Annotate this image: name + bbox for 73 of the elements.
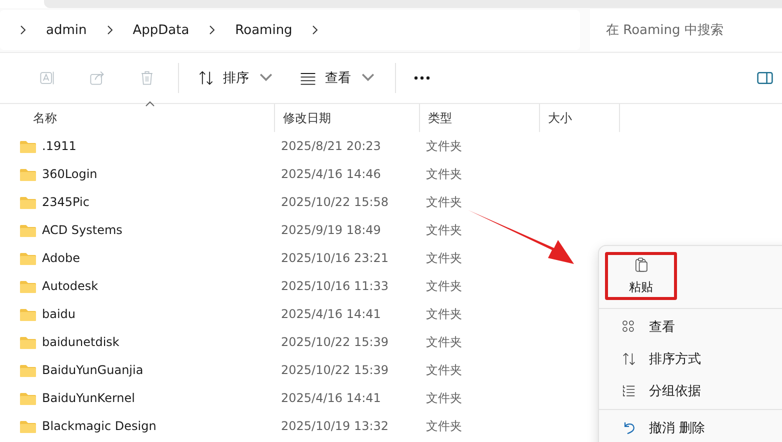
file-type: 文件夹 — [425, 166, 463, 182]
menu-item[interactable]: 分组依据 — [599, 375, 782, 407]
modified-date: 2025/4/16 14:41 — [280, 391, 382, 405]
column-header[interactable]: 大小 — [540, 104, 620, 132]
file-type: 文件夹 — [425, 278, 463, 294]
file-type: 文件夹 — [425, 194, 463, 210]
paste-button[interactable]: 粘贴 — [605, 252, 677, 300]
folder-icon — [20, 308, 36, 320]
file-name[interactable]: baidu — [42, 307, 76, 321]
chevron-icon — [310, 25, 320, 35]
file-name[interactable]: BaiduYunKernel — [42, 391, 136, 405]
grid-icon — [621, 319, 637, 335]
file-name[interactable]: Adobe — [42, 251, 80, 265]
file-type: 文件夹 — [425, 250, 463, 266]
modified-date: 2025/8/21 20:23 — [280, 139, 382, 153]
modified-date: 2025/9/19 18:49 — [280, 223, 382, 237]
folder-icon — [20, 140, 36, 152]
folder-icon — [20, 364, 36, 376]
view-button[interactable]: 查看 — [287, 60, 389, 96]
file-type: 文件夹 — [425, 222, 463, 238]
menu-item[interactable]: 排序方式 — [599, 343, 782, 375]
file-name[interactable]: 360Login — [42, 167, 98, 181]
modified-date: 2025/10/22 15:39 — [280, 335, 390, 349]
breadcrumb-item[interactable]: admin — [46, 22, 87, 38]
search-field[interactable]: 在 Roaming 中搜索 — [590, 9, 782, 51]
file-name[interactable]: 2345Pic — [42, 195, 90, 209]
share-icon — [88, 69, 106, 87]
chevron-icon — [104, 25, 115, 35]
file-type: 文件夹 — [425, 390, 463, 406]
modified-date: 2025/10/19 13:32 — [280, 419, 390, 433]
rename-icon — [38, 69, 56, 87]
modified-date: 2025/4/16 14:41 — [280, 307, 382, 321]
file-type: 文件夹 — [425, 138, 463, 154]
file-type: 文件夹 — [425, 362, 463, 378]
modified-date: 2025/4/16 14:46 — [280, 167, 382, 181]
column-header[interactable]: 类型 — [420, 104, 540, 132]
modified-date: 2025/10/22 15:39 — [280, 363, 390, 377]
chevron-icon — [18, 25, 28, 35]
file-type: 文件夹 — [425, 418, 463, 434]
file-name[interactable]: Blackmagic Design — [42, 419, 156, 433]
file-name[interactable]: BaiduYunGuanjia — [42, 363, 144, 377]
list-icon — [621, 383, 637, 399]
breadcrumb-item[interactable]: AppData — [132, 22, 190, 38]
folder-icon — [20, 280, 36, 292]
address-bar[interactable]: admin AppData Roaming — [0, 10, 580, 50]
folder-icon — [20, 420, 36, 432]
file-type: 文件夹 — [425, 334, 463, 350]
sort-button[interactable]: 排序 — [185, 60, 287, 96]
details-pane-icon[interactable] — [756, 69, 774, 87]
file-name[interactable]: ACD Systems — [42, 223, 122, 237]
folder-icon — [20, 168, 36, 180]
modified-date: 2025/10/22 15:58 — [280, 195, 390, 209]
chevron-icon — [207, 25, 218, 35]
file-type: 文件夹 — [425, 306, 463, 322]
menu-item[interactable]: 撤消 删除 — [599, 412, 782, 442]
file-name[interactable]: Autodesk — [42, 279, 98, 293]
menu-item[interactable]: 查看 — [599, 311, 782, 343]
sort-caret-icon — [145, 101, 155, 107]
folder-icon — [20, 392, 36, 404]
modified-date: 2025/10/16 11:33 — [280, 279, 390, 293]
folder-icon — [20, 224, 36, 236]
sort-icon — [197, 69, 215, 87]
breadcrumb-item[interactable]: Roaming — [235, 22, 292, 38]
more-icon — [414, 76, 430, 80]
folder-icon — [20, 196, 36, 208]
column-header[interactable]: 修改日期 — [275, 104, 420, 132]
folder-icon — [20, 336, 36, 348]
column-header[interactable]: 名称 — [0, 104, 275, 132]
file-name[interactable]: .1911 — [42, 139, 76, 153]
sort-icon — [621, 351, 637, 367]
modified-date: 2025/10/16 23:21 — [280, 251, 390, 265]
folder-icon — [20, 252, 36, 264]
file-name[interactable]: baidunetdisk — [42, 335, 120, 349]
